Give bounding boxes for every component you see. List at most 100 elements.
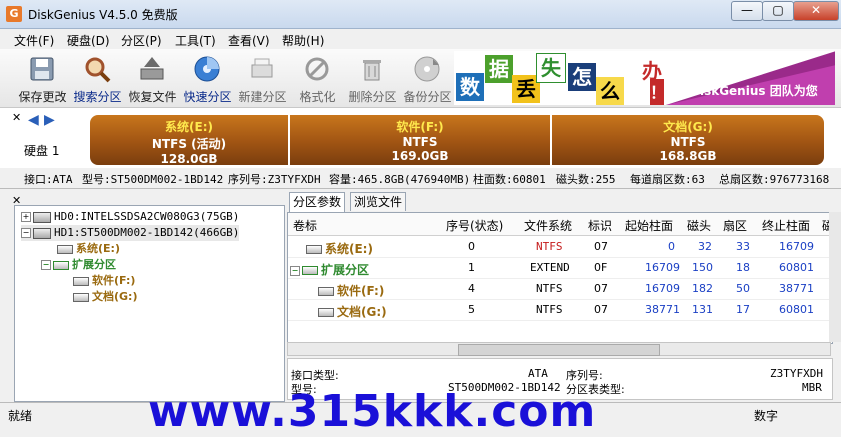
- row-end-cyl: 38771: [779, 282, 814, 295]
- maximize-button[interactable]: ▢: [762, 1, 794, 21]
- backup-partition-button[interactable]: 备份分区: [400, 51, 455, 105]
- partition-bar-documents[interactable]: 文档(G:) NTFS 168.8GB: [552, 115, 824, 165]
- disk-tree: + HD0:INTELSSDSA2CW080G3(75GB) − HD1:ST500…: [14, 205, 285, 402]
- disk-capacity: 容量:465.8GB(476940MB): [329, 173, 471, 186]
- search-partition-button[interactable]: 搜索分区: [70, 51, 125, 105]
- row-id: 07: [594, 282, 608, 295]
- collapse-icon[interactable]: −: [290, 265, 300, 276]
- disk-heads: 磁头数:255: [556, 173, 616, 186]
- promo-banner[interactable]: 数 据 丢 失 怎 么 办 ！ DiskGenius 团队为您: [454, 51, 835, 105]
- tree-partition-system[interactable]: 系统(E:): [57, 241, 120, 257]
- save-changes-button[interactable]: 保存更改: [15, 51, 70, 105]
- recover-files-label: 恢复文件: [128, 90, 177, 104]
- delete-partition-label: 删除分区: [348, 90, 397, 104]
- partition-icon: [306, 245, 322, 254]
- banner-tile: ！: [650, 79, 666, 105]
- delete-partition-button[interactable]: 删除分区: [345, 51, 400, 105]
- collapse-icon[interactable]: −: [21, 228, 31, 238]
- partition-bar-software[interactable]: 软件(F:) NTFS 169.0GB: [290, 115, 550, 165]
- menu-partition[interactable]: 分区(P): [121, 32, 162, 49]
- title-bar: G DiskGenius V4.5.0 免费版 — ▢ ✕: [0, 0, 841, 29]
- menu-file[interactable]: 文件(F): [14, 32, 54, 49]
- partition-table: 卷标 序号(状态) 文件系统 标识 起始柱面 磁头 扇区 终止柱面 磁 系统(E…: [287, 212, 834, 344]
- collapse-icon[interactable]: −: [41, 260, 51, 270]
- partition-fs: NTFS (活动): [151, 137, 227, 151]
- tab-partition-params[interactable]: 分区参数: [289, 192, 346, 212]
- table-row[interactable]: 软件(F:) 4 NTFS 07 16709 182 50 38771: [288, 278, 832, 300]
- partition-name: 系统(E:): [165, 120, 213, 134]
- backup-icon: [414, 56, 440, 82]
- table-row[interactable]: 系统(E:) 0 NTFS 07 0 32 33 16709: [288, 236, 832, 258]
- backup-partition-label: 备份分区: [403, 90, 452, 104]
- row-id: 0F: [594, 261, 608, 274]
- row-label: − 扩展分区: [290, 263, 370, 277]
- detail-interface-value: ATA: [528, 367, 548, 380]
- menu-tools[interactable]: 工具(T): [175, 32, 216, 49]
- table-row[interactable]: − 扩展分区 1 EXTEND 0F 16709 150 18 60801: [288, 257, 832, 279]
- recover-files-button[interactable]: 恢复文件: [125, 51, 180, 105]
- partition-icon: [318, 287, 334, 296]
- table-header: 卷标 序号(状态) 文件系统 标识 起始柱面 磁头 扇区 终止柱面 磁: [288, 213, 834, 236]
- column-header[interactable]: 磁头: [687, 217, 711, 234]
- tree-partition-software[interactable]: 软件(F:): [73, 273, 135, 289]
- row-head: 182: [692, 282, 713, 295]
- menu-help[interactable]: 帮助(H): [282, 32, 324, 49]
- banner-slogan: DiskGenius 团队为您: [690, 84, 818, 98]
- tree-disk-hd1[interactable]: − HD1:ST500DM002-1BD142(466GB): [21, 225, 240, 241]
- row-sector: 17: [736, 303, 750, 316]
- expand-icon[interactable]: +: [21, 212, 31, 222]
- save-icon: [30, 57, 54, 81]
- num-lock-indicator: 数字: [754, 409, 779, 423]
- row-head: 150: [692, 261, 713, 274]
- menu-view[interactable]: 查看(V): [228, 32, 270, 49]
- next-disk-icon[interactable]: ▶: [44, 112, 55, 128]
- disk-info-bar: 接口:ATA 型号:ST500DM002-1BD142 序列号:Z3TYFXDH…: [0, 168, 841, 189]
- column-header[interactable]: 文件系统: [524, 217, 572, 234]
- detail-serial-value: Z3TYFXDH: [770, 367, 823, 380]
- disk-map: ✕ ◀ ▶ 硬盘 1 系统(E:) NTFS (活动) 128.0GB 软件(F…: [0, 108, 841, 169]
- column-header[interactable]: 终止柱面: [762, 217, 810, 234]
- column-header[interactable]: 扇区: [723, 217, 747, 234]
- column-header[interactable]: 标识: [588, 217, 612, 234]
- banner-tile: 数: [456, 73, 484, 101]
- format-label: 格式化: [299, 90, 336, 104]
- partition-fs: NTFS: [670, 135, 706, 149]
- column-header[interactable]: 卷标: [293, 217, 317, 234]
- banner-tile: 失: [536, 53, 566, 83]
- tree-extended-partition[interactable]: − 扩展分区: [41, 257, 116, 273]
- disk-interface: 接口:ATA: [24, 173, 73, 186]
- table-vertical-scrollbar[interactable]: [829, 212, 841, 342]
- new-partition-button[interactable]: 新建分区: [235, 51, 290, 105]
- disk-sectors-per-track: 每道扇区数:63: [630, 173, 705, 186]
- tree-disk-hd0[interactable]: + HD0:INTELSSDSA2CW080G3(75GB): [21, 209, 239, 225]
- column-header[interactable]: 序号(状态): [446, 217, 503, 234]
- row-fs: NTFS: [536, 282, 563, 295]
- quick-partition-button[interactable]: 快速分区: [180, 51, 235, 105]
- tab-browse-files[interactable]: 浏览文件: [350, 192, 407, 211]
- row-seq: 1: [468, 261, 475, 274]
- scrollbar-thumb[interactable]: [458, 344, 660, 356]
- close-icon[interactable]: ✕: [12, 111, 21, 124]
- magnifier-icon: [85, 57, 111, 83]
- menu-disk[interactable]: 硬盘(D): [67, 32, 110, 49]
- extended-partition-icon: [302, 266, 318, 275]
- partition-icon: [73, 292, 89, 302]
- row-sector: 50: [736, 282, 750, 295]
- table-horizontal-scrollbar[interactable]: [287, 342, 831, 356]
- close-button[interactable]: ✕: [793, 1, 839, 21]
- prev-disk-icon[interactable]: ◀: [28, 112, 39, 128]
- minimize-button[interactable]: —: [731, 1, 763, 21]
- format-button[interactable]: 格式化: [290, 51, 345, 105]
- partition-icon: [318, 308, 334, 317]
- tree-partition-documents[interactable]: 文档(G:): [73, 289, 137, 305]
- row-end-cyl: 60801: [779, 261, 814, 274]
- partition-size: 128.0GB: [160, 152, 218, 166]
- table-row[interactable]: 文档(G:) 5 NTFS 07 38771 131 17 60801: [288, 299, 832, 321]
- row-label: 文档(G:): [318, 303, 387, 320]
- row-sector: 33: [736, 240, 750, 253]
- column-header[interactable]: 起始柱面: [625, 217, 673, 234]
- search-partition-label: 搜索分区: [73, 90, 122, 104]
- partition-bar-system[interactable]: 系统(E:) NTFS (活动) 128.0GB: [90, 115, 288, 166]
- quick-partition-icon: [194, 56, 220, 82]
- banner-tile: 据: [485, 55, 513, 83]
